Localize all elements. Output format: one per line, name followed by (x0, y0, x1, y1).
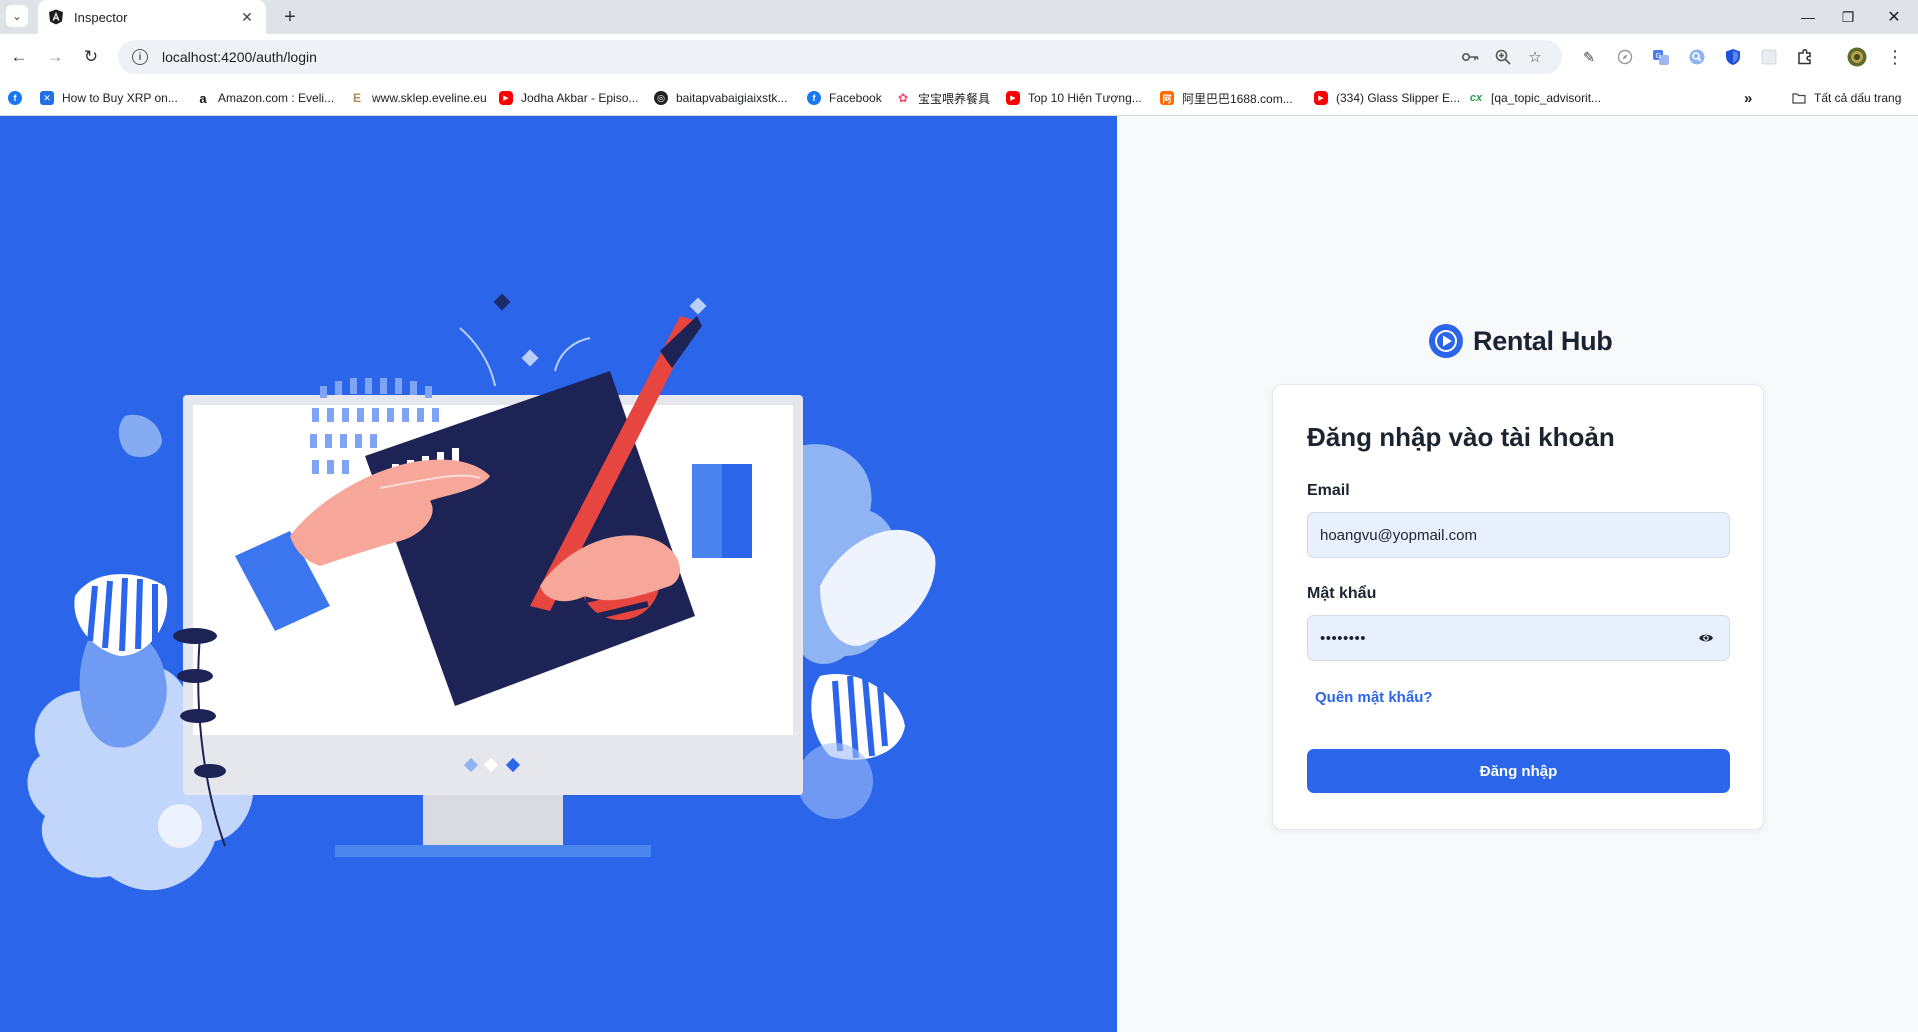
zoom-icon[interactable] (1490, 44, 1516, 70)
login-title: Đăng nhập vào tài khoản (1307, 422, 1615, 452)
profile-avatar-icon[interactable] (1846, 46, 1868, 68)
browser-tab-strip: ⌄ Inspector ✕ + — ❐ ✕ (0, 0, 1918, 34)
blank-extension-icon[interactable] (1758, 46, 1780, 68)
youtube-icon: ▶ (499, 91, 513, 105)
password-value[interactable]: •••••••• (1320, 630, 1695, 647)
bookmark-item[interactable]: ▶ Top 10 Hiện Tượng... (1006, 88, 1142, 108)
password-label: Mật khẩu (1307, 585, 1377, 602)
bookmark-label: Amazon.com : Eveli... (218, 91, 335, 105)
xrp-icon: ✕ (40, 91, 54, 105)
minimize-icon[interactable]: — (1786, 0, 1830, 34)
reload-icon[interactable]: ↻ (78, 44, 104, 70)
all-bookmarks-folder[interactable]: Tất cả dấu trang (1792, 88, 1901, 108)
alibaba-icon: 阿 (1160, 91, 1174, 105)
bookmark-label: 阿里巴巴1688.com... (1182, 91, 1293, 106)
new-tab-button[interactable]: + (278, 5, 302, 29)
restore-icon[interactable]: ❐ (1826, 0, 1870, 34)
bookmark-label: www.sklep.eveline.eu (372, 91, 487, 105)
site-info-icon[interactable]: i (132, 49, 148, 65)
address-bar[interactable]: i localhost:4200/auth/login ☆ (118, 40, 1562, 74)
bookmark-facebook-app[interactable]: f (8, 88, 30, 108)
chevron-down-icon: ⌄ (12, 10, 22, 23)
bookmark-item[interactable]: 阿 阿里巴巴1688.com... (1160, 88, 1293, 108)
login-page: Rental Hub Đăng nhập vào tài khoản Email… (0, 116, 1918, 1032)
compass-extension-icon[interactable] (1614, 46, 1636, 68)
email-value[interactable]: hoangvu@yopmail.com (1320, 527, 1717, 544)
bookmark-item[interactable]: ✿ 宝宝喂养餐具 (896, 88, 990, 108)
brand-name: Rental Hub (1473, 325, 1613, 356)
svg-text:G: G (1656, 52, 1661, 60)
bookmark-item[interactable]: ✕ How to Buy XRP on... (40, 88, 178, 108)
bookmarks-overflow-button[interactable]: » (1744, 88, 1752, 108)
bookmark-label: Jodha Akbar - Episo... (521, 91, 639, 105)
bookmark-label: baitapvabaigiaixstk... (676, 91, 788, 105)
folder-icon (1792, 91, 1806, 105)
key-icon[interactable] (1458, 44, 1484, 70)
shield-extension-icon[interactable] (1722, 46, 1744, 68)
kebab-menu-icon[interactable]: ⋮ (1884, 46, 1906, 68)
bookmark-item[interactable]: a Amazon.com : Eveli... (196, 88, 334, 108)
bookmark-item[interactable]: E www.sklep.eveline.eu (350, 88, 487, 108)
bookmark-item[interactable]: ◎ baitapvabaigiaixstk... (654, 88, 787, 108)
bookmark-label: [qa_topic_advisorit... (1491, 91, 1602, 105)
eye-icon[interactable] (1695, 627, 1717, 649)
email-label: Email (1307, 482, 1350, 499)
illustration-panel (0, 116, 1117, 1032)
angular-icon (49, 9, 63, 25)
star-icon[interactable]: ☆ (1522, 44, 1548, 70)
youtube-icon: ▶ (1314, 91, 1328, 105)
brand-header: Rental Hub (1429, 324, 1613, 358)
email-field[interactable]: hoangvu@yopmail.com (1307, 512, 1730, 558)
bookmark-label: Top 10 Hiện Tượng... (1028, 91, 1142, 105)
eveline-icon: E (350, 91, 364, 105)
play-logo-icon (1429, 324, 1463, 358)
window-close-icon[interactable]: ✕ (1872, 0, 1916, 34)
tab-search-button[interactable]: ⌄ (6, 5, 28, 27)
facebook-icon: f (8, 91, 22, 105)
amazon-icon: a (196, 91, 210, 106)
forgot-password-link[interactable]: Quên mật khẩu? (1315, 689, 1433, 706)
login-panel: Rental Hub Đăng nhập vào tài khoản Email… (1117, 116, 1918, 1032)
youtube-icon: ▶ (1006, 91, 1020, 105)
lens-extension-icon[interactable] (1686, 46, 1708, 68)
qa-icon: cx (1469, 91, 1483, 105)
taobao-icon: ✿ (896, 91, 910, 105)
back-arrow-icon[interactable]: ← (6, 44, 32, 70)
bookmark-label: Facebook (829, 91, 882, 105)
tab-title: Inspector (74, 9, 128, 25)
translate-extension-icon[interactable]: G (1650, 46, 1672, 68)
bookmark-item[interactable]: ▶ Jodha Akbar - Episo... (499, 88, 638, 108)
globe-icon: ◎ (654, 91, 668, 105)
bookmark-item[interactable]: f Facebook (807, 88, 882, 108)
bookmark-item[interactable]: ▶ (334) Glass Slipper E... (1314, 88, 1460, 108)
bookmark-label: 宝宝喂养餐具 (918, 91, 991, 106)
facebook-icon: f (807, 91, 821, 105)
bookmark-label: How to Buy XRP on... (62, 91, 178, 105)
forward-arrow-icon[interactable]: → (42, 44, 68, 70)
password-field[interactable]: •••••••• (1307, 615, 1730, 661)
browser-toolbar: ← → ↻ i localhost:4200/auth/login ☆ ✎ G … (0, 34, 1918, 80)
url-text[interactable]: localhost:4200/auth/login (162, 49, 1452, 65)
pen-extension-icon[interactable]: ✎ (1578, 46, 1600, 68)
login-button[interactable]: Đăng nhập (1307, 749, 1730, 793)
bookmark-item[interactable]: cx [qa_topic_advisorit... (1469, 88, 1601, 108)
bookmark-label: (334) Glass Slipper E... (1336, 91, 1461, 105)
login-card: Đăng nhập vào tài khoản Email hoangvu@yo… (1272, 384, 1764, 830)
active-tab[interactable]: Inspector ✕ (38, 0, 266, 34)
puzzle-extensions-icon[interactable] (1794, 46, 1816, 68)
close-tab-icon[interactable]: ✕ (238, 9, 256, 26)
all-bookmarks-label: Tất cả dấu trang (1814, 91, 1902, 105)
computer-illustration (27, 293, 936, 891)
bookmarks-bar: f ✕ How to Buy XRP on... a Amazon.com : … (0, 80, 1918, 116)
